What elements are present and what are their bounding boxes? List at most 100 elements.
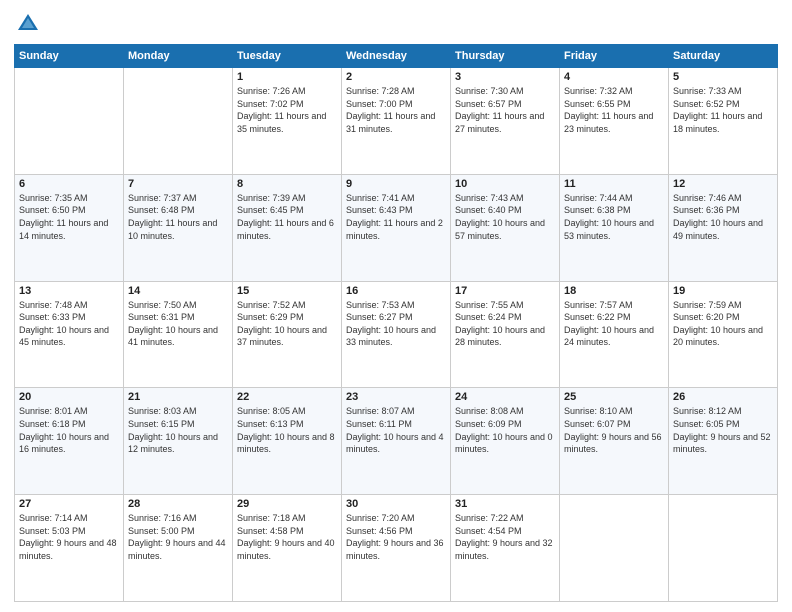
calendar-cell: 3Sunrise: 7:30 AM Sunset: 6:57 PM Daylig… [451,68,560,175]
calendar-cell: 15 Sunrise: 7:52 AM Sunset: 6:29 PM Dayli… [233,281,342,388]
day-number: 26 [673,391,773,403]
calendar-cell: 16 Sunrise: 7:53 AM Sunset: 6:27 PM Dayli… [342,281,451,388]
calendar-cell [560,495,669,602]
calendar-cell: 25 Sunrise: 8:10 AM Sunset: 6:07 PM Dayli… [560,388,669,495]
cell-content: Sunrise: 8:12 AM Sunset: 6:05 PM Dayligh… [673,405,773,455]
cell-content: Sunrise: 8:03 AM Sunset: 6:15 PM Dayligh… [128,405,228,455]
cell-content: Sunrise: 8:07 AM Sunset: 6:11 PM Dayligh… [346,405,446,455]
calendar-cell: 24Sunrise: 8:08 AM Sunset: 6:09 PM Dayli… [451,388,560,495]
calendar-cell: 7 Sunrise: 7:37 AM Sunset: 6:48 PM Daylig… [124,174,233,281]
cell-content: Sunrise: 7:46 AM Sunset: 6:36 PM Dayligh… [673,192,773,242]
cell-content: Sunrise: 7:48 AM Sunset: 6:33 PM Dayligh… [19,299,119,349]
calendar-cell [15,68,124,175]
cell-content: Sunrise: 7:35 AM Sunset: 6:50 PM Dayligh… [19,192,119,242]
day-number: 7 [128,178,228,190]
calendar-cell: 23Sunrise: 8:07 AM Sunset: 6:11 PM Dayli… [342,388,451,495]
calendar-cell: 14Sunrise: 7:50 AM Sunset: 6:31 PM Dayli… [124,281,233,388]
day-number: 22 [237,391,337,403]
calendar-cell: 19 Sunrise: 7:59 AM Sunset: 6:20 PM Dayli… [669,281,778,388]
calendar-cell: 6 Sunrise: 7:35 AM Sunset: 6:50 PM Daylig… [15,174,124,281]
calendar-cell: 22 Sunrise: 8:05 AM Sunset: 6:13 PM Dayli… [233,388,342,495]
day-number: 21 [128,391,228,403]
cell-content: Sunrise: 7:59 AM Sunset: 6:20 PM Dayligh… [673,299,773,349]
cell-content: Sunrise: 7:14 AM Sunset: 5:03 PM Dayligh… [19,512,119,562]
calendar-cell: 11 Sunrise: 7:44 AM Sunset: 6:38 PM Dayli… [560,174,669,281]
cell-content: Sunrise: 7:43 AM Sunset: 6:40 PM Dayligh… [455,192,555,242]
cell-content: Sunrise: 7:22 AM Sunset: 4:54 PM Dayligh… [455,512,555,562]
cell-content: Sunrise: 8:01 AM Sunset: 6:18 PM Dayligh… [19,405,119,455]
cell-content: Sunrise: 7:20 AM Sunset: 4:56 PM Dayligh… [346,512,446,562]
calendar-cell: 30 Sunrise: 7:20 AM Sunset: 4:56 PM Dayli… [342,495,451,602]
calendar-cell: 17Sunrise: 7:55 AM Sunset: 6:24 PM Dayli… [451,281,560,388]
calendar-cell: 28 Sunrise: 7:16 AM Sunset: 5:00 PM Dayli… [124,495,233,602]
cell-content: Sunrise: 7:57 AM Sunset: 6:22 PM Dayligh… [564,299,664,349]
day-number: 18 [564,285,664,297]
day-number: 28 [128,498,228,510]
weekday-header-wednesday: Wednesday [342,45,451,68]
logo-icon [14,10,42,38]
calendar-cell: 18 Sunrise: 7:57 AM Sunset: 6:22 PM Dayli… [560,281,669,388]
day-number: 11 [564,178,664,190]
cell-content: Sunrise: 7:52 AM Sunset: 6:29 PM Dayligh… [237,299,337,349]
calendar-cell: 29 Sunrise: 7:18 AM Sunset: 4:58 PM Dayli… [233,495,342,602]
cell-content: Sunrise: 7:16 AM Sunset: 5:00 PM Dayligh… [128,512,228,562]
day-number: 13 [19,285,119,297]
day-number: 20 [19,391,119,403]
cell-content: Sunrise: 7:50 AM Sunset: 6:31 PM Dayligh… [128,299,228,349]
calendar-cell: 13 Sunrise: 7:48 AM Sunset: 6:33 PM Dayli… [15,281,124,388]
weekday-header-friday: Friday [560,45,669,68]
day-number: 10 [455,178,555,190]
calendar-cell: 31 Sunrise: 7:22 AM Sunset: 4:54 PM Dayli… [451,495,560,602]
header [14,10,778,38]
calendar-cell: 26 Sunrise: 8:12 AM Sunset: 6:05 PM Dayli… [669,388,778,495]
day-number: 9 [346,178,446,190]
week-row-4: 27 Sunrise: 7:14 AM Sunset: 5:03 PM Dayli… [15,495,778,602]
week-row-1: 6 Sunrise: 7:35 AM Sunset: 6:50 PM Daylig… [15,174,778,281]
day-number: 31 [455,498,555,510]
calendar-cell: 1 Sunrise: 7:26 AM Sunset: 7:02 PM Daylig… [233,68,342,175]
logo [14,10,46,38]
calendar-cell [669,495,778,602]
day-number: 15 [237,285,337,297]
cell-content: Sunrise: 7:32 AM Sunset: 6:55 PM Dayligh… [564,85,664,135]
day-number: 19 [673,285,773,297]
day-number: 16 [346,285,446,297]
page: SundayMondayTuesdayWednesdayThursdayFrid… [0,0,792,612]
cell-content: Sunrise: 7:26 AM Sunset: 7:02 PM Dayligh… [237,85,337,135]
day-number: 3 [455,71,555,83]
header-row: SundayMondayTuesdayWednesdayThursdayFrid… [15,45,778,68]
day-number: 5 [673,71,773,83]
calendar-table: SundayMondayTuesdayWednesdayThursdayFrid… [14,44,778,602]
cell-content: Sunrise: 7:37 AM Sunset: 6:48 PM Dayligh… [128,192,228,242]
day-number: 6 [19,178,119,190]
day-number: 2 [346,71,446,83]
cell-content: Sunrise: 7:55 AM Sunset: 6:24 PM Dayligh… [455,299,555,349]
day-number: 27 [19,498,119,510]
calendar-cell: 8Sunrise: 7:39 AM Sunset: 6:45 PM Daylig… [233,174,342,281]
cell-content: Sunrise: 7:53 AM Sunset: 6:27 PM Dayligh… [346,299,446,349]
day-number: 29 [237,498,337,510]
day-number: 12 [673,178,773,190]
day-number: 8 [237,178,337,190]
calendar-cell: 21 Sunrise: 8:03 AM Sunset: 6:15 PM Dayli… [124,388,233,495]
calendar-cell: 2Sunrise: 7:28 AM Sunset: 7:00 PM Daylig… [342,68,451,175]
day-number: 30 [346,498,446,510]
cell-content: Sunrise: 7:18 AM Sunset: 4:58 PM Dayligh… [237,512,337,562]
day-number: 4 [564,71,664,83]
cell-content: Sunrise: 7:33 AM Sunset: 6:52 PM Dayligh… [673,85,773,135]
day-number: 1 [237,71,337,83]
cell-content: Sunrise: 8:05 AM Sunset: 6:13 PM Dayligh… [237,405,337,455]
cell-content: Sunrise: 8:10 AM Sunset: 6:07 PM Dayligh… [564,405,664,455]
calendar-cell [124,68,233,175]
calendar-cell: 27 Sunrise: 7:14 AM Sunset: 5:03 PM Dayli… [15,495,124,602]
cell-content: Sunrise: 7:41 AM Sunset: 6:43 PM Dayligh… [346,192,446,242]
calendar-cell: 12 Sunrise: 7:46 AM Sunset: 6:36 PM Dayli… [669,174,778,281]
calendar-cell: 9 Sunrise: 7:41 AM Sunset: 6:43 PM Daylig… [342,174,451,281]
calendar-cell: 4 Sunrise: 7:32 AM Sunset: 6:55 PM Daylig… [560,68,669,175]
day-number: 25 [564,391,664,403]
week-row-0: 1 Sunrise: 7:26 AM Sunset: 7:02 PM Daylig… [15,68,778,175]
calendar-cell: 10 Sunrise: 7:43 AM Sunset: 6:40 PM Dayli… [451,174,560,281]
cell-content: Sunrise: 7:44 AM Sunset: 6:38 PM Dayligh… [564,192,664,242]
weekday-header-thursday: Thursday [451,45,560,68]
calendar-cell: 5 Sunrise: 7:33 AM Sunset: 6:52 PM Daylig… [669,68,778,175]
